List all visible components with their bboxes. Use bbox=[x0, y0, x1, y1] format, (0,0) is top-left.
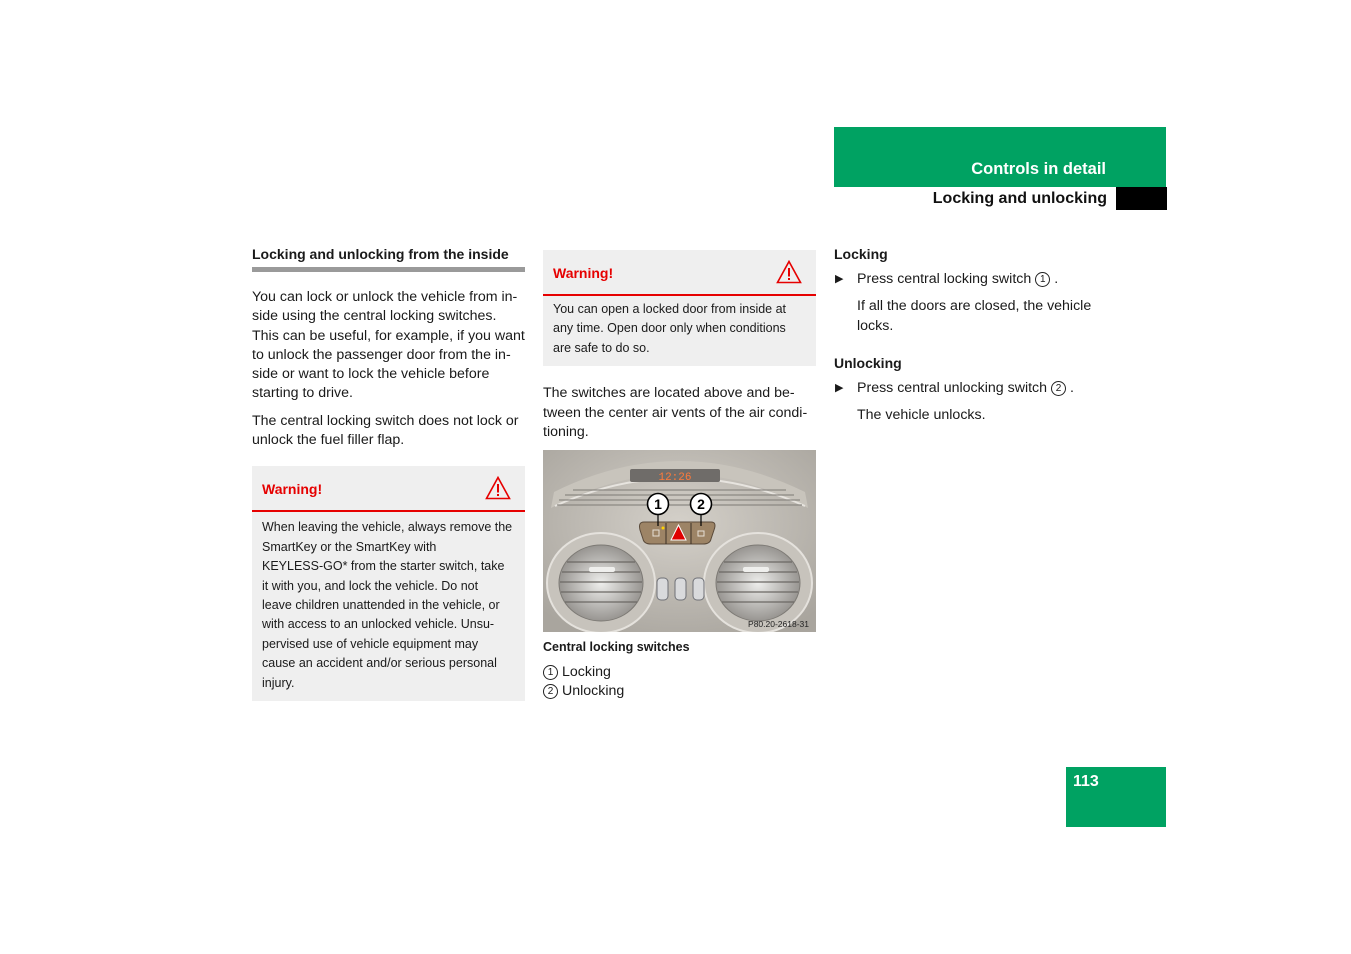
result-locks: If all the doors are closed, the vehicle… bbox=[834, 297, 1114, 336]
subsection-marker bbox=[1116, 187, 1167, 210]
legend-label: Locking bbox=[562, 664, 611, 681]
warning-label: Warning! bbox=[262, 481, 323, 498]
number-badge: 2 bbox=[1051, 380, 1066, 396]
legend-item-unlocking: 2 Unlocking bbox=[543, 682, 816, 701]
heading-unlocking: Unlocking bbox=[834, 354, 902, 371]
text-line: locks. bbox=[857, 317, 894, 334]
warning-text: When leaving the vehicle, always remove … bbox=[252, 512, 525, 701]
callout-2: 2 bbox=[697, 496, 705, 512]
text-line: tioning. bbox=[543, 423, 589, 440]
page-number: 113 bbox=[1073, 773, 1099, 790]
text-line: cause an accident and/or serious persona… bbox=[262, 656, 497, 671]
central-locking-switches-photo: 12:26 1 2 P80.20-2618-31 bbox=[543, 450, 816, 633]
heading-locking: Locking bbox=[834, 246, 888, 262]
step-press-unlocking-switch: ▶ Press central unlocking switch 2. bbox=[834, 379, 1114, 398]
text-line: SmartKey or the SmartKey with bbox=[262, 539, 437, 554]
text-line: with access to an unlocked vehicle. Unsu… bbox=[262, 617, 495, 632]
legend-label: Unlocking bbox=[562, 683, 625, 700]
text-line: it with you, and lock the vehicle. Do no… bbox=[262, 578, 479, 593]
switch-location-paragraph: The switches are located above and be- t… bbox=[543, 384, 816, 442]
text-line: tween the center air vents of the air co… bbox=[543, 404, 808, 421]
result-unlocks: The vehicle unlocks. bbox=[857, 407, 986, 424]
warning-label: Warning! bbox=[553, 265, 614, 281]
text-line: The central locking switch does not lock… bbox=[252, 412, 519, 429]
page-number-tab: 113 bbox=[1066, 767, 1166, 827]
subsection-title: Locking and unlocking bbox=[932, 190, 1107, 207]
clock-display: 12:26 bbox=[658, 472, 691, 484]
warning-box-leaving-vehicle: Warning! When leaving the vehicle, alway… bbox=[252, 466, 525, 702]
column-1: Locking and unlocking from the inside Yo… bbox=[252, 245, 525, 702]
text-line: starting to drive. bbox=[252, 385, 353, 402]
text-line: If all the doors are closed, the vehicle bbox=[857, 298, 1092, 315]
column-2: Warning! You can open a locked door from… bbox=[543, 245, 816, 701]
legend-item-locking: 1 Locking bbox=[543, 663, 816, 682]
bullet-arrow-icon: ▶ bbox=[835, 273, 844, 285]
warning-text: You can open a locked door from inside a… bbox=[543, 296, 816, 366]
text-line: This can be useful, for example, if you … bbox=[252, 327, 525, 344]
image-legend: 1 Locking 2 Unlocking bbox=[543, 663, 816, 701]
punctuation: . bbox=[1054, 271, 1059, 287]
text-line: to unlock the passenger door from the in… bbox=[252, 346, 511, 363]
warning-box-open-door: Warning! You can open a locked door from… bbox=[543, 250, 816, 367]
number-badge: 2 bbox=[543, 684, 558, 700]
image-code: P80.20-2618-31 bbox=[748, 619, 809, 629]
image-caption: Central locking switches bbox=[543, 640, 690, 655]
text-line: KEYLESS-GO* from the starter switch, tak… bbox=[262, 559, 505, 574]
callout-1: 1 bbox=[654, 496, 662, 512]
text-line: are safe to do so. bbox=[553, 340, 650, 355]
warning-triangle-icon bbox=[776, 260, 802, 284]
text-line: You can open a locked door from inside a… bbox=[553, 302, 787, 316]
text-line: any time. Open door only when conditions bbox=[553, 321, 786, 336]
number-badge: 1 bbox=[1035, 272, 1051, 287]
warning-header: Warning! bbox=[252, 466, 525, 513]
warning-triangle-icon bbox=[485, 476, 511, 500]
step-text: Press central locking switch bbox=[857, 271, 1032, 287]
dashboard-illustration: 12:26 1 2 P80.20-2618-31 bbox=[543, 450, 816, 633]
text-line: You can lock or unlock the vehicle from … bbox=[252, 289, 518, 305]
text-line: The switches are located above and be- bbox=[543, 385, 795, 402]
bullet-arrow-icon: ▶ bbox=[835, 381, 844, 394]
column-3: Locking ▶ Press central locking switch 1… bbox=[834, 245, 1114, 425]
text-line: pervised use of vehicle equipment may bbox=[262, 636, 479, 651]
step-press-locking-switch: ▶ Press central locking switch 1. bbox=[834, 270, 1114, 289]
text-line: unlock the fuel filler flap. bbox=[252, 432, 405, 449]
text-line: injury. bbox=[262, 675, 295, 690]
punctuation: . bbox=[1070, 379, 1074, 396]
number-badge: 1 bbox=[543, 665, 558, 681]
text-line: side or want to lock the vehicle before bbox=[252, 366, 490, 383]
fuel-flap-paragraph: The central locking switch does not lock… bbox=[252, 412, 525, 451]
text-line: side using the central locking switches. bbox=[252, 308, 497, 325]
text-line: When leaving the vehicle, always remove … bbox=[262, 520, 513, 535]
section-header-bar: Controls in detail bbox=[834, 127, 1166, 187]
text-line: leave children unattended in the vehicle… bbox=[262, 598, 500, 612]
section-title: Controls in detail bbox=[971, 160, 1106, 178]
intro-paragraph: You can lock or unlock the vehicle from … bbox=[252, 288, 525, 404]
warning-header: Warning! bbox=[543, 250, 816, 296]
step-text: Press central unlocking switch bbox=[857, 379, 1048, 396]
heading-locking-from-inside: Locking and unlocking from the inside bbox=[252, 246, 525, 272]
